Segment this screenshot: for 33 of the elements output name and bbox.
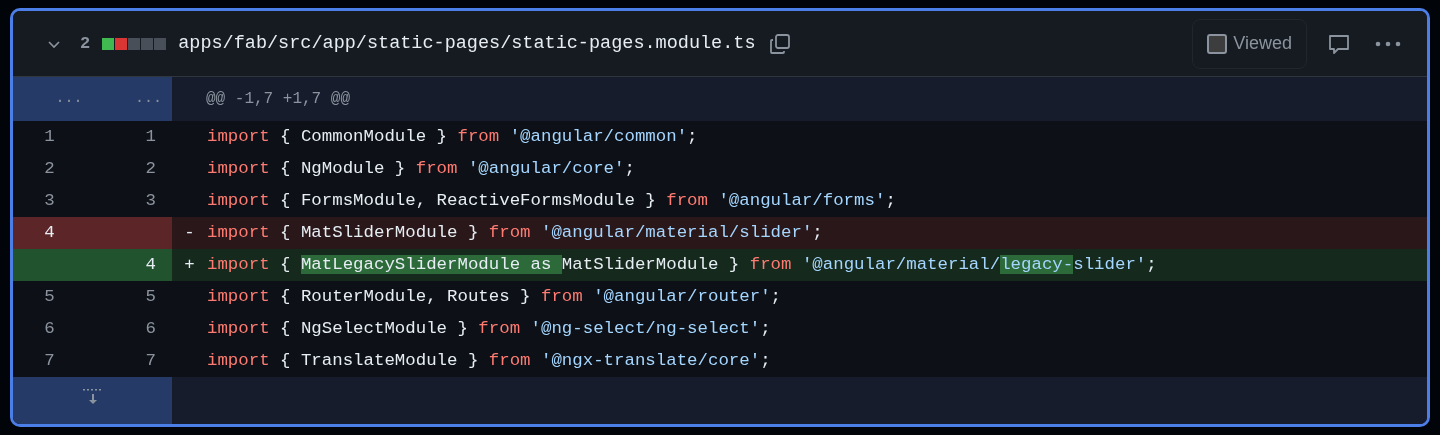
line-number: 2 xyxy=(144,157,157,180)
viewed-checkbox[interactable]: Viewed xyxy=(1192,18,1307,69)
code-line: import { FormsModule, ReactiveFormsModule } from '@angular/forms'; xyxy=(207,189,896,212)
diff-sign: + xyxy=(183,253,196,276)
diff-sign: - xyxy=(183,221,196,244)
code-line: import { NgModule } from '@angular/core'; xyxy=(207,157,635,180)
line-number: 6 xyxy=(144,317,157,340)
line-number: 7 xyxy=(144,349,157,372)
change-count: 2 xyxy=(80,32,91,55)
line-number: 7 xyxy=(43,349,56,372)
line-number: 1 xyxy=(43,125,56,148)
line-number: ... xyxy=(54,88,84,109)
line-number: 2 xyxy=(43,157,56,180)
code-line: import { MatSliderModule } from '@angular/material/slider'; xyxy=(207,221,823,244)
line-number: ... xyxy=(134,88,163,109)
line-number: 4 xyxy=(43,221,56,244)
code-line: import { RouterModule, Routes } from '@angular/router'; xyxy=(207,285,781,308)
more-options-icon[interactable] xyxy=(1375,39,1401,48)
line-number: 5 xyxy=(43,285,56,308)
copy-icon[interactable] xyxy=(767,31,792,56)
expand-down-icon[interactable] xyxy=(81,387,104,407)
code-line: import { NgSelectModule } from '@ng-select/ng-select'; xyxy=(207,317,771,340)
line-number: 5 xyxy=(144,285,157,308)
file-path-link[interactable]: apps/fab/src/app/static-pages/static-pages.module.ts xyxy=(178,29,756,58)
line-number: 1 xyxy=(144,125,157,148)
code-line: import { CommonModule } from '@angular/common'; xyxy=(207,125,698,148)
code-line: import { MatLegacySliderModule as MatSliderModule } from '@angular/material/legacy-slider'; xyxy=(207,253,1157,276)
line-number: 6 xyxy=(43,317,56,340)
hunk-header: @@ -1,7 +1,7 @@ xyxy=(205,89,351,110)
line-number: 4 xyxy=(144,253,157,276)
line-number: 3 xyxy=(144,189,157,212)
line-number: 3 xyxy=(43,189,56,212)
code-line: import { TranslateModule } from '@ngx-translate/core'; xyxy=(207,349,771,372)
